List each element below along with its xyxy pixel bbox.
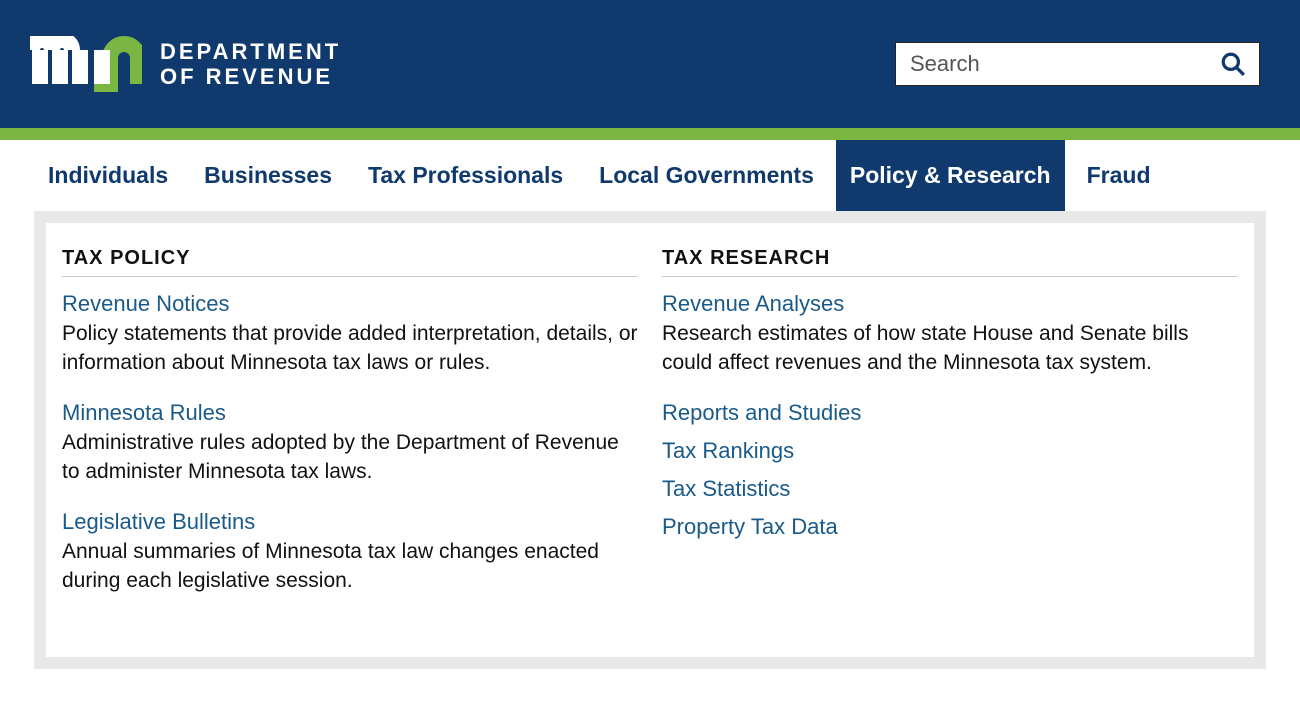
department-line1: DEPARTMENT: [160, 39, 341, 64]
nav-individuals[interactable]: Individuals: [34, 140, 182, 211]
logo-group: DEPARTMENT OF REVENUE: [30, 36, 341, 92]
link-block-revenue-analyses: Revenue Analyses Research estimates of h…: [662, 291, 1238, 378]
nav-businesses[interactable]: Businesses: [190, 140, 346, 211]
desc-minnesota-rules: Administrative rules adopted by the Depa…: [62, 428, 638, 487]
mega-menu: TAX POLICY Revenue Notices Policy statem…: [34, 211, 1266, 669]
search-icon[interactable]: [1220, 51, 1246, 77]
link-tax-rankings[interactable]: Tax Rankings: [662, 438, 1238, 464]
col-heading-tax-research: TAX RESEARCH: [662, 247, 1238, 277]
desc-revenue-notices: Policy statements that provide added int…: [62, 319, 638, 378]
site-header: DEPARTMENT OF REVENUE: [0, 0, 1300, 128]
search-input[interactable]: [895, 42, 1260, 86]
nav-fraud[interactable]: Fraud: [1073, 140, 1165, 211]
link-block-legislative-bulletins: Legislative Bulletins Annual summaries o…: [62, 509, 638, 596]
link-reports-and-studies[interactable]: Reports and Studies: [662, 400, 1238, 426]
mn-logo-icon: [30, 36, 142, 92]
nav-local-governments[interactable]: Local Governments: [585, 140, 828, 211]
link-legislative-bulletins[interactable]: Legislative Bulletins: [62, 509, 255, 535]
link-revenue-analyses[interactable]: Revenue Analyses: [662, 291, 844, 317]
link-property-tax-data[interactable]: Property Tax Data: [662, 514, 1238, 540]
desc-revenue-analyses: Research estimates of how state House an…: [662, 319, 1238, 378]
link-minnesota-rules[interactable]: Minnesota Rules: [62, 400, 226, 426]
search-container: [895, 42, 1260, 86]
link-block-minnesota-rules: Minnesota Rules Administrative rules ado…: [62, 400, 638, 487]
nav-tax-professionals[interactable]: Tax Professionals: [354, 140, 577, 211]
mega-col-tax-research: TAX RESEARCH Revenue Analyses Research e…: [662, 247, 1238, 617]
nav-policy-research[interactable]: Policy & Research: [836, 140, 1065, 211]
department-line2: OF REVENUE: [160, 64, 341, 89]
department-title: DEPARTMENT OF REVENUE: [160, 39, 341, 90]
link-block-revenue-notices: Revenue Notices Policy statements that p…: [62, 291, 638, 378]
desc-legislative-bulletins: Annual summaries of Minnesota tax law ch…: [62, 537, 638, 596]
link-tax-statistics[interactable]: Tax Statistics: [662, 476, 1238, 502]
link-revenue-notices[interactable]: Revenue Notices: [62, 291, 230, 317]
main-nav: Individuals Businesses Tax Professionals…: [0, 140, 1300, 211]
mega-col-tax-policy: TAX POLICY Revenue Notices Policy statem…: [62, 247, 638, 617]
col-heading-tax-policy: TAX POLICY: [62, 247, 638, 277]
accent-strip: [0, 128, 1300, 140]
